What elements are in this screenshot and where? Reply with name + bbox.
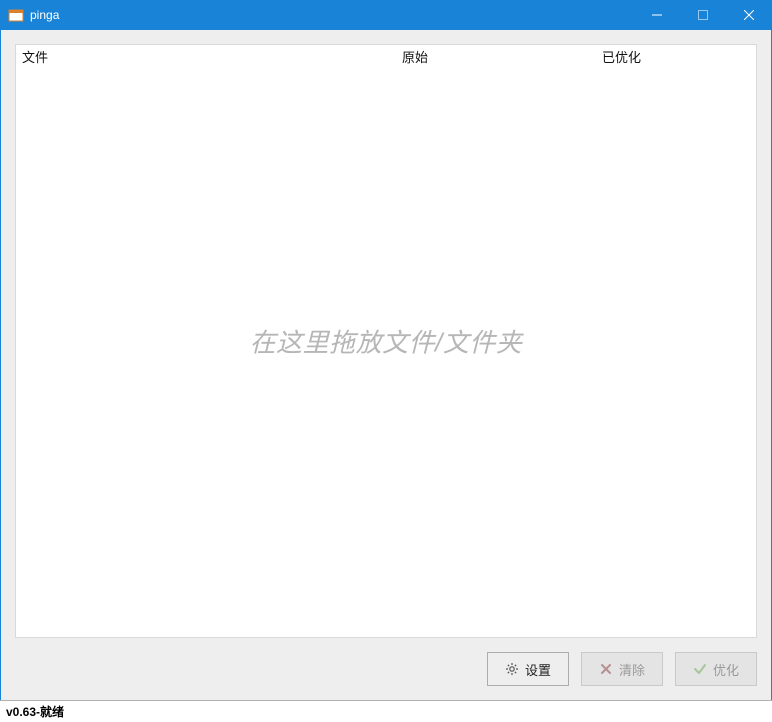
close-icon [744,10,754,20]
column-optimized[interactable]: 已优化 [602,47,756,66]
list-header: 文件 原始 已优化 [16,45,756,71]
optimize-button[interactable]: 优化 [675,652,757,686]
optimize-label: 优化 [713,660,739,679]
statusbar: v0.63 - 就绪 [0,700,772,722]
check-icon [693,662,707,676]
titlebar[interactable]: pinga [0,0,772,30]
clear-button[interactable]: 清除 [581,652,663,686]
column-original[interactable]: 原始 [402,47,602,66]
settings-button[interactable]: 设置 [487,652,569,686]
file-list-area[interactable]: 文件 原始 已优化 在这里拖放文件/文件夹 [15,44,757,638]
maximize-button[interactable] [680,0,726,30]
client-area: 文件 原始 已优化 在这里拖放文件/文件夹 设置 清除 优化 [0,30,772,700]
clear-label: 清除 [619,660,645,679]
button-row: 设置 清除 优化 [1,652,771,700]
status-state: 就绪 [40,703,64,720]
maximize-icon [698,10,708,20]
column-file[interactable]: 文件 [20,47,402,66]
close-button[interactable] [726,0,772,30]
gear-icon [505,662,519,676]
x-icon [599,662,613,676]
minimize-icon [652,10,662,20]
settings-label: 设置 [525,660,551,679]
drop-hint: 在这里拖放文件/文件夹 [16,323,756,360]
window-title: pinga [30,8,59,22]
status-version: v0.63 [6,705,36,719]
minimize-button[interactable] [634,0,680,30]
app-icon [8,7,24,23]
